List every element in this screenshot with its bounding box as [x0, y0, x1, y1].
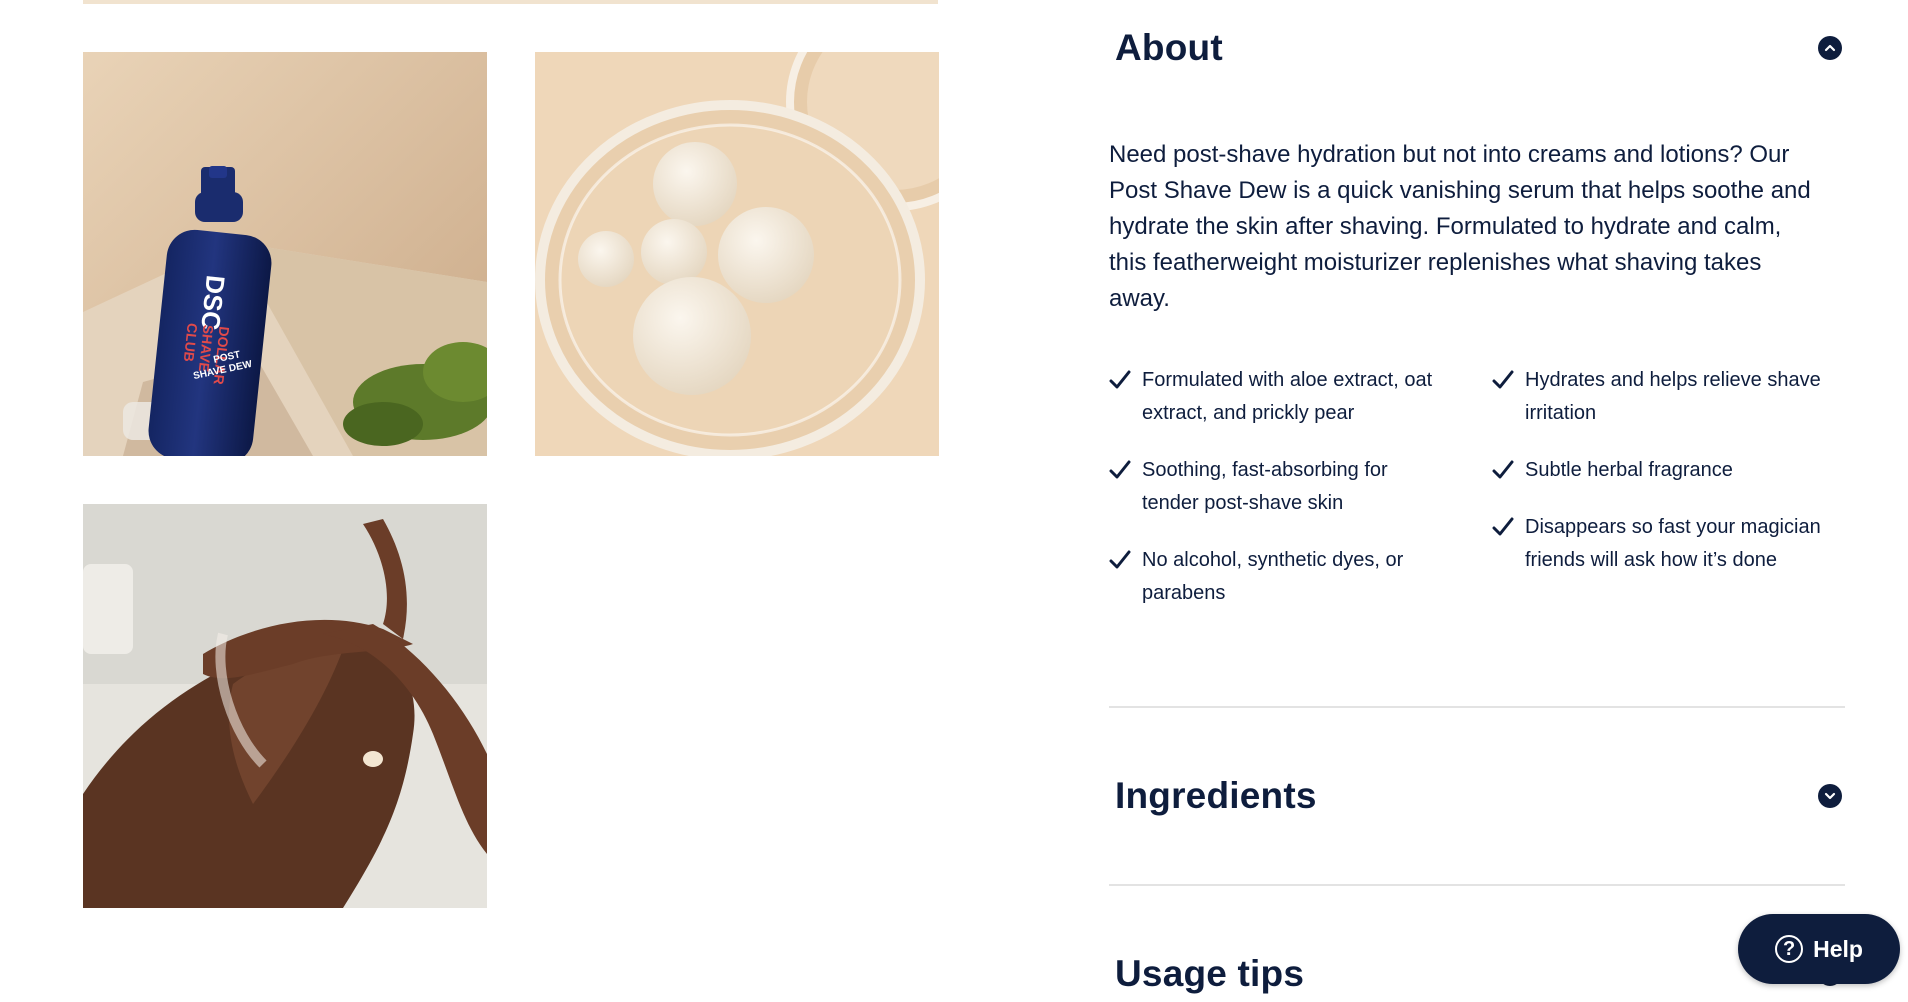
benefit-item: No alcohol, synthetic dyes, or parabens	[1109, 544, 1449, 610]
check-icon	[1109, 454, 1142, 480]
help-label: Help	[1813, 935, 1863, 962]
benefit-item: Hydrates and helps relieve shave irritat…	[1492, 364, 1832, 430]
section-divider	[1109, 706, 1845, 708]
benefits-list-left: Formulated with aloe extract, oat extrac…	[1109, 364, 1449, 634]
benefit-text: Formulated with aloe extract, oat extrac…	[1142, 369, 1433, 424]
benefit-text: Disappears so fast your magician friends…	[1525, 516, 1821, 571]
benefit-item: Disappears so fast your magician friends…	[1492, 511, 1832, 577]
question-circle-icon: ?	[1775, 935, 1804, 963]
knee-application-image[interactable]	[83, 504, 487, 908]
help-button[interactable]: ? Help	[1738, 914, 1900, 984]
about-title: About	[1115, 27, 1223, 68]
check-icon	[1109, 544, 1142, 570]
ingredients-title: Ingredients	[1115, 775, 1317, 816]
benefit-text: Soothing, fast-absorbing for tender post…	[1142, 459, 1388, 514]
image-strip-edge	[83, 0, 938, 4]
serum-dish-image[interactable]	[535, 52, 939, 456]
benefit-text: Subtle herbal fragrance	[1525, 459, 1733, 481]
section-divider	[1109, 884, 1845, 886]
check-icon	[1492, 511, 1525, 537]
about-accordion-header[interactable]: About	[1109, 20, 1845, 76]
usage-tips-accordion-header[interactable]: Usage tips	[1109, 946, 1845, 1002]
benefit-item: Formulated with aloe extract, oat extrac…	[1109, 364, 1449, 430]
usage-tips-title: Usage tips	[1115, 953, 1305, 994]
benefit-item: Soothing, fast-absorbing for tender post…	[1109, 454, 1449, 520]
benefit-text: No alcohol, synthetic dyes, or parabens	[1142, 549, 1404, 604]
chevron-up-icon[interactable]	[1818, 36, 1842, 60]
chevron-down-icon[interactable]	[1818, 784, 1842, 808]
benefit-text: Hydrates and helps relieve shave irritat…	[1525, 369, 1821, 424]
check-icon	[1109, 364, 1142, 390]
check-icon	[1492, 454, 1525, 480]
check-icon	[1492, 364, 1525, 390]
post-shave-dew-bottle-image[interactable]: DSC DOLLAR SHAVE CLUB POST SHAVE DEW	[83, 52, 487, 456]
benefits-list-right: Hydrates and helps relieve shave irritat…	[1492, 364, 1832, 601]
benefit-item: Subtle herbal fragrance	[1492, 454, 1832, 487]
ingredients-accordion-header[interactable]: Ingredients	[1109, 768, 1845, 824]
about-description: Need post-shave hydration but not into c…	[1109, 141, 1811, 312]
